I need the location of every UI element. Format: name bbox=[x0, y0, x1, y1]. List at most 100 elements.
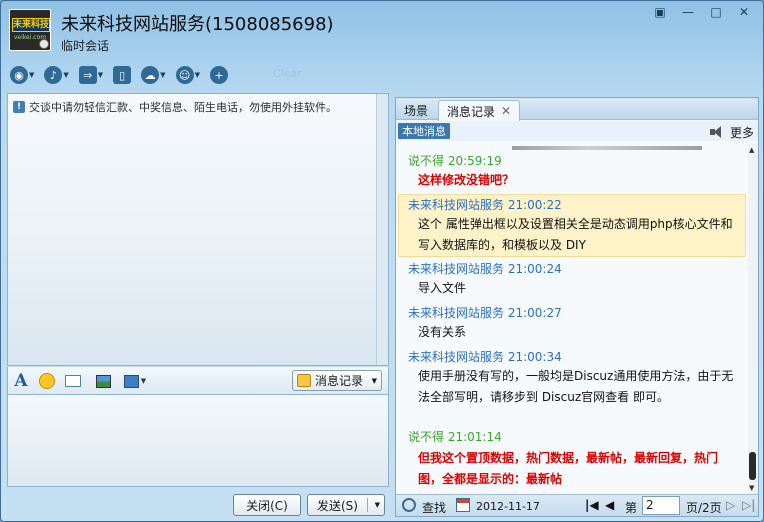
add-user-icon: + bbox=[209, 66, 228, 84]
message-header: 说不得 20:59:19 bbox=[408, 152, 502, 169]
tab-message-history-label: 消息记录 bbox=[447, 104, 496, 119]
message-text: 没有关系 bbox=[418, 325, 467, 339]
calendar-icon[interactable] bbox=[456, 498, 470, 512]
screenshot-icon[interactable]: ▼ bbox=[121, 372, 149, 390]
next-page-icon[interactable]: ▷ bbox=[726, 498, 735, 512]
input-toolbar: A ▼ 消息记录 ▼ bbox=[7, 367, 389, 395]
chat-toolbar: ◉ ▼ ♪ ▼ ⇒ ▼ ▯ ☁ ▼ ☺ ▼ + bbox=[7, 63, 231, 87]
message-time: 21:00:34 bbox=[507, 350, 562, 364]
divider bbox=[367, 498, 368, 512]
microphone-icon: ♪ bbox=[44, 66, 63, 84]
last-page-icon[interactable]: ▷| bbox=[742, 498, 755, 512]
chat-window: 未来科技 veikei.com 未来科技网站服务(1508085698) 临时会… bbox=[0, 0, 764, 522]
find-button[interactable]: 查找 bbox=[422, 499, 446, 516]
message-text: 这个 属性弹出框以及设置相关全是动态调用php核心文件和写入数据库的，和模板以及… bbox=[418, 217, 733, 252]
message-text: 这样修改没错吧？ bbox=[418, 173, 515, 187]
scroll-thumb[interactable] bbox=[749, 452, 756, 480]
font-icon[interactable]: A bbox=[12, 371, 30, 391]
message-sender: 未来科技网站服务 bbox=[408, 262, 505, 276]
close-button[interactable]: 关闭(C) bbox=[233, 494, 301, 516]
send-file-button[interactable]: ⇒ ▼ bbox=[76, 64, 106, 86]
history-date[interactable]: 2012-11-17 bbox=[476, 500, 540, 513]
message-text: 导入文件 bbox=[418, 281, 467, 295]
history-icon bbox=[297, 374, 311, 387]
message-header: 未来科技网站服务 21:00:22 bbox=[408, 196, 562, 213]
image-preview bbox=[512, 146, 702, 150]
side-panel: 场景 消息记录 ✕ 本地消息 更多 说不得 20:59:19 这样修改没错吧？ … bbox=[395, 97, 759, 517]
maximize-button[interactable]: □ bbox=[703, 3, 729, 21]
search-icon[interactable] bbox=[402, 498, 416, 512]
previous-page-icon[interactable]: ◀ bbox=[605, 498, 614, 512]
minimize-button[interactable]: — bbox=[675, 3, 701, 21]
chevron-down-icon: ▼ bbox=[63, 71, 69, 79]
conversation-area[interactable]: ! 交谈中请勿轻信汇款、中奖信息、陌生电话，勿使用外挂软件。 bbox=[7, 93, 389, 366]
mobile-button[interactable]: ▯ bbox=[110, 64, 134, 86]
more-link[interactable]: 更多 bbox=[730, 124, 754, 141]
close-icon[interactable]: ✕ bbox=[501, 104, 511, 118]
message-time: 21:00:22 bbox=[507, 198, 562, 212]
message-header: 未来科技网站服务 21:00:27 bbox=[408, 304, 562, 321]
send-button[interactable]: 发送(S) ▼ bbox=[307, 494, 385, 516]
window-subtitle: 临时会话 bbox=[61, 39, 110, 53]
side-panel-tabs: 场景 消息记录 ✕ bbox=[396, 98, 758, 121]
history-footer: 查找 2012-11-17 |◀ ◀ 第 2 页/2页 ▷ ▷| bbox=[396, 494, 758, 516]
conversation-scrollbar[interactable] bbox=[376, 94, 388, 365]
send-button-label: 发送(S) bbox=[317, 498, 358, 513]
message-text: 但我这个置顶数据，热门数据，最新帖，最新回复，热门图，全都是显示的：最新帖 bbox=[418, 451, 719, 486]
page-number-input[interactable]: 2 bbox=[642, 496, 680, 515]
scroll-up-icon[interactable]: ▲ bbox=[749, 146, 754, 154]
clock-icon bbox=[39, 39, 49, 49]
page-prefix: 第 bbox=[625, 501, 638, 515]
remote-button[interactable]: ☺ ▼ bbox=[173, 64, 203, 86]
history-scrollbar[interactable]: ▲ ▼ bbox=[748, 144, 758, 494]
remote-assist-icon: ☺ bbox=[175, 66, 194, 84]
message-sender: 说不得 bbox=[408, 430, 445, 444]
voice-call-button[interactable]: ♪ ▼ bbox=[41, 64, 71, 86]
avatar-logo-text: 未来科技 bbox=[12, 18, 50, 32]
message-input[interactable] bbox=[7, 395, 389, 487]
speaker-icon[interactable] bbox=[710, 125, 726, 139]
message-time: 20:59:19 bbox=[447, 154, 502, 168]
chevron-down-icon: ▼ bbox=[29, 71, 35, 79]
message-sender: 未来科技网站服务 bbox=[408, 306, 505, 320]
history-subbar: 本地消息 更多 bbox=[396, 121, 758, 141]
security-notice-text: 交谈中请勿轻信汇款、中奖信息、陌生电话，勿使用外挂软件。 bbox=[29, 101, 337, 114]
skin-button[interactable]: ▣ bbox=[647, 3, 673, 21]
chevron-down-icon: ▼ bbox=[160, 71, 166, 79]
chevron-down-icon: ▼ bbox=[97, 71, 104, 79]
add-group-button[interactable]: + bbox=[207, 64, 231, 86]
message-history-button[interactable]: 消息记录 ▼ bbox=[292, 370, 382, 391]
scroll-down-icon[interactable]: ▼ bbox=[749, 484, 754, 492]
message-time: 21:01:14 bbox=[447, 430, 502, 444]
message-history-list: 说不得 20:59:19 这样修改没错吧？ 未来科技网站服务 21:00:22 … bbox=[396, 146, 746, 492]
message-sender: 未来科技网站服务 bbox=[408, 198, 505, 212]
message-time: 21:00:27 bbox=[507, 306, 562, 320]
image-icon[interactable] bbox=[94, 372, 112, 390]
file-transfer-icon: ⇒ bbox=[78, 66, 97, 84]
security-notice: ! 交谈中请勿轻信汇款、中奖信息、陌生电话，勿使用外挂软件。 bbox=[13, 99, 337, 115]
info-icon: ! bbox=[13, 101, 25, 113]
share-icon: ☁ bbox=[141, 66, 160, 84]
message-history-label: 消息记录 bbox=[315, 374, 364, 388]
page-total: 页/2页 bbox=[686, 501, 722, 515]
doodle-icon[interactable] bbox=[64, 372, 82, 390]
message-header: 说不得 21:01:14 bbox=[408, 428, 502, 445]
tab-message-history[interactable]: 消息记录 ✕ bbox=[438, 100, 521, 121]
video-call-button[interactable]: ◉ ▼ bbox=[7, 64, 37, 86]
first-page-icon[interactable]: |◀ bbox=[585, 498, 599, 512]
toolbar-ghost-label: Clear bbox=[273, 67, 302, 80]
close-window-button[interactable]: ✕ bbox=[731, 3, 757, 21]
message-time: 21:00:24 bbox=[507, 262, 562, 276]
window-title: 未来科技网站服务(1508085698) bbox=[61, 14, 334, 35]
emoji-icon[interactable] bbox=[38, 372, 56, 390]
avatar[interactable]: 未来科技 veikei.com bbox=[9, 9, 51, 51]
send-options-chevron-icon[interactable]: ▼ bbox=[375, 501, 380, 509]
local-messages-button[interactable]: 本地消息 bbox=[398, 123, 450, 139]
tab-scene[interactable]: 场景 bbox=[396, 100, 436, 120]
message-header: 未来科技网站服务 21:00:34 bbox=[408, 348, 562, 365]
message-sender: 说不得 bbox=[408, 154, 445, 168]
share-button[interactable]: ☁ ▼ bbox=[138, 64, 168, 86]
camera-icon: ◉ bbox=[10, 66, 28, 84]
message-sender: 未来科技网站服务 bbox=[408, 350, 505, 364]
phone-icon: ▯ bbox=[113, 66, 132, 84]
